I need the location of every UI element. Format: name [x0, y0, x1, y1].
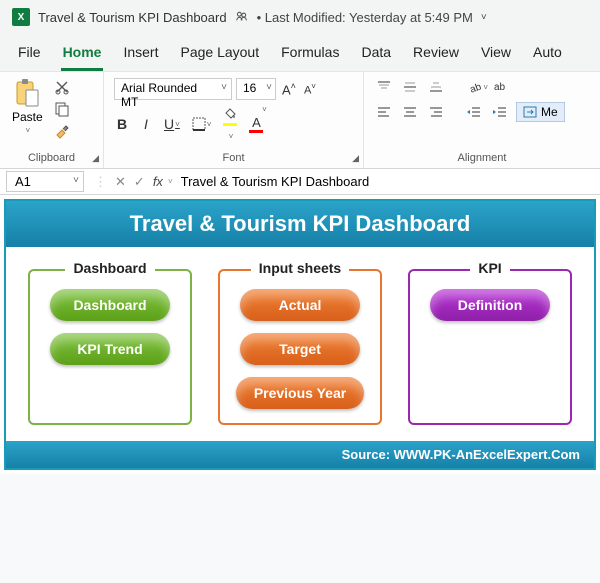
border-button[interactable]: ˅ [190, 117, 214, 131]
orientation-icon: ab [468, 80, 482, 94]
menu-formulas[interactable]: Formulas [279, 40, 341, 71]
paint-bucket-icon [223, 107, 237, 119]
ribbon-group-alignment: ab˅ ab Me Alignment [364, 72, 600, 168]
font-size-select[interactable]: 16 [236, 78, 276, 100]
font-color-button[interactable]: A˅ [247, 115, 265, 133]
menu-review[interactable]: Review [411, 40, 461, 71]
menu-page-layout[interactable]: Page Layout [178, 40, 261, 71]
copy-icon [54, 101, 70, 117]
menu-file[interactable]: File [16, 40, 43, 71]
format-painter-button[interactable] [51, 122, 73, 140]
underline-label: U [164, 116, 174, 132]
menu-auto[interactable]: Auto [531, 40, 564, 71]
button-kpi-trend[interactable]: KPI Trend [50, 333, 170, 365]
chevron-down-icon[interactable]: ˅ [481, 12, 487, 23]
fx-label[interactable]: fx [149, 174, 167, 189]
card-title-dashboard: Dashboard [65, 260, 154, 276]
card-input-sheets: Input sheets Actual Target Previous Year [218, 269, 382, 425]
align-bottom-icon [428, 80, 444, 94]
menu-view[interactable]: View [479, 40, 513, 71]
dashboard-container: Travel & Tourism KPI Dashboard Dashboard… [4, 199, 596, 470]
button-target[interactable]: Target [240, 333, 360, 365]
align-top-button[interactable] [374, 78, 394, 96]
wrap-label: ab [494, 82, 505, 93]
card-kpi: KPI Definition [408, 269, 572, 425]
document-title: Travel & Tourism KPI Dashboard [38, 10, 227, 25]
dashboard-title: Travel & Tourism KPI Dashboard [6, 201, 594, 247]
menu-insert[interactable]: Insert [121, 40, 160, 71]
align-middle-button[interactable] [400, 78, 420, 96]
align-right-icon [428, 105, 444, 119]
dialog-launcher-icon[interactable]: ◢ [352, 153, 359, 164]
ribbon-group-clipboard: Paste ˅ Clipboard ◢ [0, 72, 104, 168]
merge-label: Me [541, 105, 558, 119]
name-box[interactable]: A1 [6, 171, 84, 192]
button-dashboard[interactable]: Dashboard [50, 289, 170, 321]
align-top-icon [376, 80, 392, 94]
svg-text:ab: ab [469, 81, 483, 94]
menubar: File Home Insert Page Layout Formulas Da… [0, 34, 600, 71]
border-icon [192, 117, 206, 131]
brush-icon [54, 123, 70, 139]
cut-button[interactable] [51, 78, 73, 96]
align-left-button[interactable] [374, 103, 394, 121]
align-left-icon [376, 105, 392, 119]
paste-icon [13, 78, 41, 108]
share-icon[interactable] [235, 9, 249, 26]
paste-label: Paste [12, 110, 43, 124]
cut-icon [54, 79, 70, 95]
card-title-kpi: KPI [470, 260, 509, 276]
cancel-formula-button[interactable]: ✕ [111, 174, 130, 190]
button-definition[interactable]: Definition [430, 289, 550, 321]
merge-icon [523, 106, 537, 118]
worksheet: Travel & Tourism KPI Dashboard Dashboard… [0, 195, 600, 474]
ribbon-group-font: Arial Rounded MT 16 A˄ A˅ B I U˅ ˅ ˅ A˅ … [104, 72, 364, 168]
decrease-indent-button[interactable] [464, 103, 484, 121]
align-center-icon [402, 105, 418, 119]
group-label-font: Font [112, 152, 355, 166]
formula-input[interactable] [173, 172, 600, 191]
decrease-font-button[interactable]: A˅ [302, 82, 318, 97]
dialog-launcher-icon[interactable]: ◢ [92, 153, 99, 164]
paste-button[interactable]: Paste ˅ [8, 76, 47, 137]
copy-button[interactable] [51, 100, 73, 118]
formula-bar: A1 ⋮ ✕ ✓ fx˅ [0, 169, 600, 195]
underline-button[interactable]: U˅ [162, 116, 182, 132]
chevron-down-icon: ˅ [26, 126, 31, 135]
align-right-button[interactable] [426, 103, 446, 121]
menu-home[interactable]: Home [61, 40, 104, 71]
align-center-button[interactable] [400, 103, 420, 121]
last-modified-label: • Last Modified: Yesterday at 5:49 PM [257, 10, 473, 25]
card-title-input: Input sheets [251, 260, 349, 276]
enter-formula-button[interactable]: ✓ [130, 174, 149, 190]
group-label-clipboard: Clipboard [8, 152, 95, 166]
ribbon: Paste ˅ Clipboard ◢ Arial Rounded MT 16 … [0, 71, 600, 169]
align-bottom-button[interactable] [426, 78, 446, 96]
group-label-alignment: Alignment [372, 152, 592, 166]
indent-icon [492, 105, 508, 119]
fill-color-button[interactable]: ˅ [221, 106, 239, 142]
dashboard-footer: Source: WWW.PK-AnExcelExpert.Com [6, 441, 594, 468]
titlebar: X Travel & Tourism KPI Dashboard • Last … [0, 0, 600, 34]
excel-app-icon: X [12, 8, 30, 26]
font-name-select[interactable]: Arial Rounded MT [114, 78, 232, 100]
increase-font-button[interactable]: A˄ [280, 81, 298, 97]
increase-indent-button[interactable] [490, 103, 510, 121]
bold-button[interactable]: B [114, 116, 130, 132]
wrap-text-button[interactable]: ab [494, 78, 505, 96]
align-middle-icon [402, 80, 418, 94]
merge-button[interactable]: Me [516, 102, 565, 122]
button-actual[interactable]: Actual [240, 289, 360, 321]
menu-data[interactable]: Data [359, 40, 393, 71]
button-previous-year[interactable]: Previous Year [236, 377, 364, 409]
card-dashboard: Dashboard Dashboard KPI Trend [28, 269, 192, 425]
italic-button[interactable]: I [138, 116, 154, 132]
orientation-button[interactable]: ab˅ [468, 78, 488, 96]
outdent-icon [466, 105, 482, 119]
